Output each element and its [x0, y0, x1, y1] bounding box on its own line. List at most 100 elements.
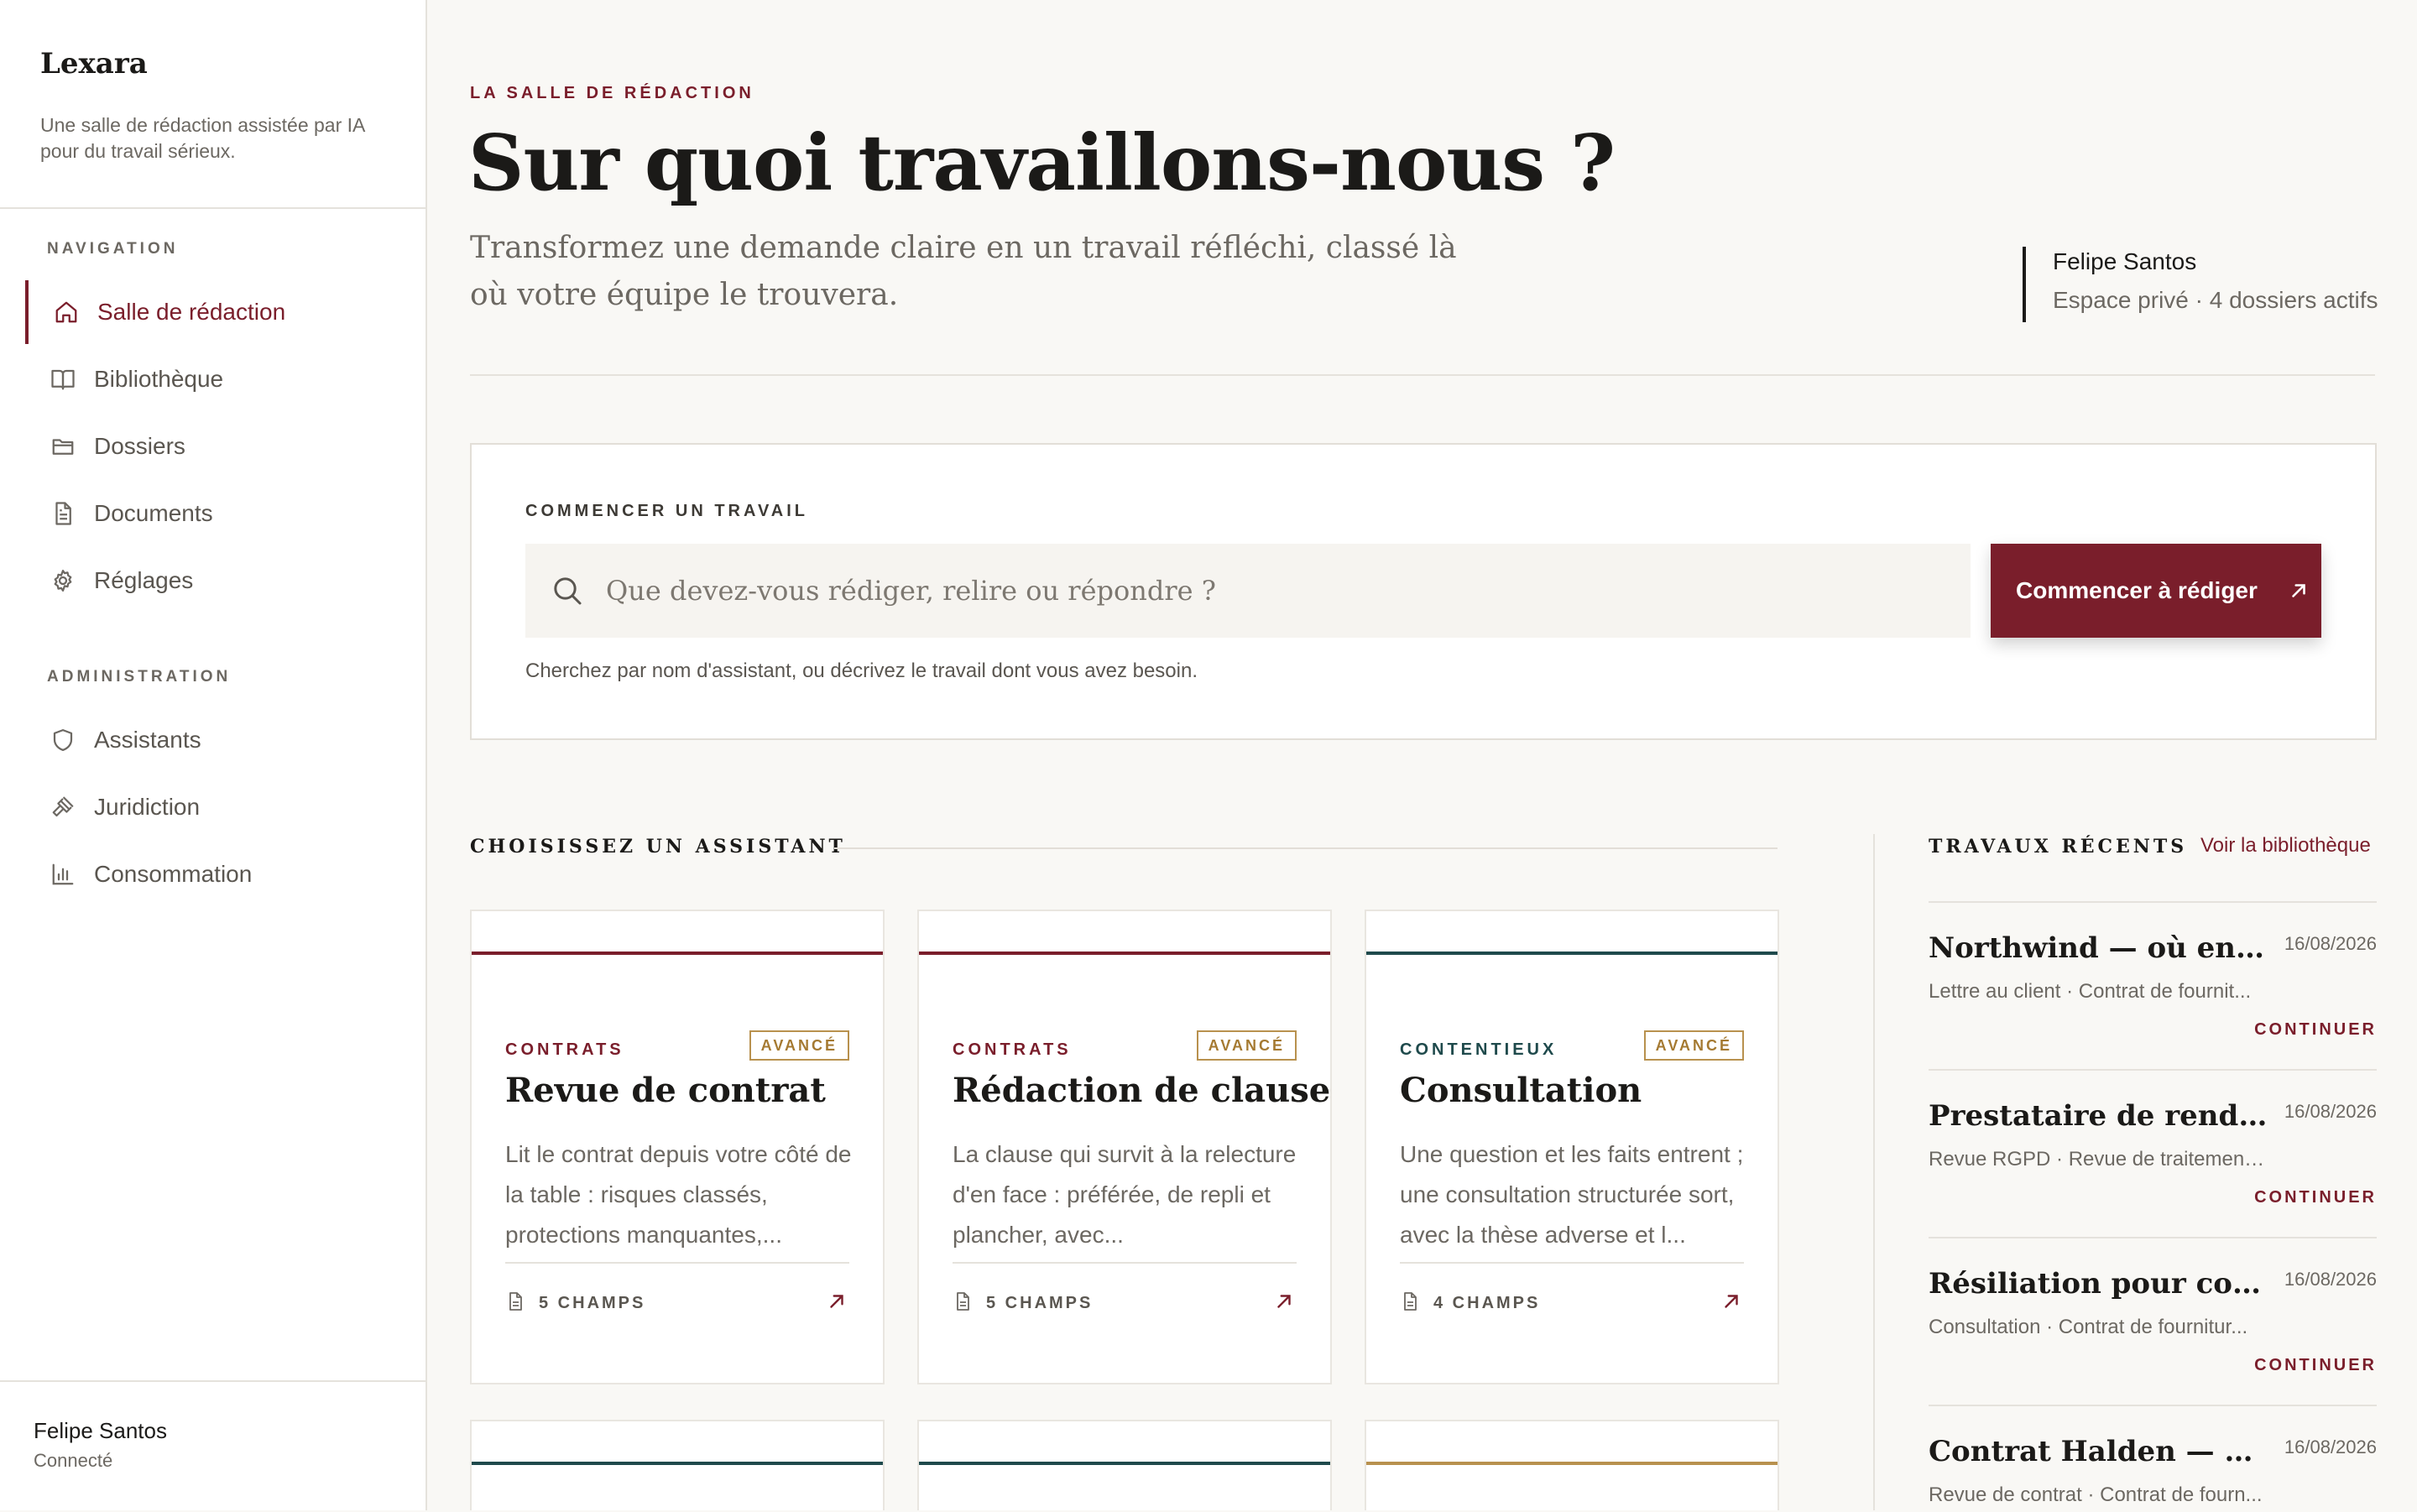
- brand-logo: Lexara: [40, 47, 148, 81]
- assistant-card-redaction-de-clause[interactable]: CONTRATS AVANCÉ Rédaction de clause La c…: [917, 910, 1332, 1384]
- gear-icon: [49, 566, 77, 595]
- assistants-section-title: CHOISISSEZ UN ASSISTANT: [470, 836, 846, 858]
- sidebar-item-reglages[interactable]: Réglages: [27, 549, 413, 613]
- recent-item[interactable]: Résiliation pour conven... 16/08/2026 Co…: [1929, 1237, 2377, 1406]
- assistants-section-rule: [834, 847, 1778, 849]
- sidebar-item-label: Assistants: [94, 727, 201, 753]
- sidebar: Lexara Une salle de rédaction assistée p…: [0, 0, 427, 1510]
- recent-item-title: Résiliation pour conven...: [1929, 1267, 2268, 1301]
- card-fields-count: 5 CHAMPS: [986, 1294, 1094, 1312]
- document-icon: [505, 1290, 525, 1316]
- book-icon: [49, 365, 77, 394]
- sidebar-divider: [0, 207, 425, 209]
- card-divider: [505, 1262, 849, 1264]
- recent-item-date: 16/08/2026: [2284, 1101, 2377, 1122]
- sidebar-item-label: Consommation: [94, 861, 253, 887]
- header-divider: [470, 374, 2375, 376]
- assistant-card-consultation[interactable]: CONTENTIEUX AVANCÉ Consultation Une ques…: [1365, 910, 1779, 1384]
- card-description: Lit le contrat depuis votre côté de la t…: [505, 1141, 852, 1248]
- document-icon: [1400, 1290, 1420, 1316]
- page-title: Sur quoi travaillons-nous ?: [468, 117, 1616, 208]
- start-drafting-button[interactable]: Commencer à rédiger: [1991, 544, 2321, 638]
- recent-item-meta: Consultation · Contrat de fournitur...: [1929, 1316, 2248, 1338]
- recent-item[interactable]: Contrat Halden — revue ... 16/08/2026 Re…: [1929, 1405, 2377, 1512]
- assistant-card-partial[interactable]: [470, 1420, 885, 1510]
- sidebar-item-label: Salle de rédaction: [97, 299, 286, 325]
- card-fields-count: 4 CHAMPS: [1433, 1294, 1541, 1312]
- start-work-panel: COMMENCER UN TRAVAIL Commencer à rédiger…: [470, 443, 2377, 740]
- view-library-link[interactable]: Voir la bibliothèque: [2200, 834, 2371, 858]
- assistant-card-partial[interactable]: [917, 1420, 1332, 1510]
- sidebar-footer-divider: [0, 1380, 425, 1382]
- continue-button[interactable]: CONTINUER: [2254, 1020, 2377, 1040]
- sidebar-item-label: Juridiction: [94, 794, 201, 820]
- recent-item-date: 16/08/2026: [2284, 1436, 2377, 1457]
- recent-column-divider: [1873, 834, 1875, 1510]
- card-fields: 5 CHAMPS: [505, 1290, 645, 1316]
- sidebar-item-salle-de-redaction[interactable]: Salle de rédaction: [25, 280, 415, 344]
- recent-item-date: 16/08/2026: [2284, 933, 2377, 954]
- continue-button[interactable]: CONTINUER: [2254, 1356, 2377, 1375]
- sidebar-item-label: Dossiers: [94, 433, 185, 459]
- card-title: Consultation: [1400, 1071, 1642, 1110]
- recent-item[interactable]: Northwind — où en est l... 16/08/2026 Le…: [1929, 901, 2377, 1071]
- arrow-up-right-icon: [2288, 580, 2310, 602]
- arrow-up-right-icon[interactable]: [1273, 1290, 1295, 1312]
- level-badge: AVANCÉ: [1196, 1030, 1297, 1061]
- level-badge: AVANCÉ: [749, 1030, 849, 1061]
- sidebar-item-label: Documents: [94, 500, 213, 526]
- card-accent-bar: [1366, 952, 1778, 955]
- card-accent-bar: [1366, 1462, 1778, 1465]
- sidebar-item-assistants[interactable]: Assistants: [27, 708, 413, 772]
- card-accent-bar: [919, 952, 1330, 955]
- arrow-up-right-icon[interactable]: [826, 1290, 848, 1312]
- card-fields: 5 CHAMPS: [953, 1290, 1093, 1316]
- nav-section-label: NAVIGATION: [47, 240, 179, 258]
- document-icon: [953, 1290, 973, 1316]
- card-fields-count: 5 CHAMPS: [539, 1294, 646, 1312]
- search-icon: [551, 574, 584, 607]
- sidebar-item-bibliotheque[interactable]: Bibliothèque: [27, 347, 413, 411]
- gavel-icon: [49, 793, 77, 821]
- document-icon: [49, 499, 77, 528]
- recent-item-meta: Revue RGPD · Revue de traitement ...: [1929, 1148, 2268, 1170]
- card-title: Rédaction de clause: [953, 1071, 1331, 1110]
- recent-item-title: Contrat Halden — revue ...: [1929, 1435, 2268, 1468]
- search-input[interactable]: [604, 574, 1917, 607]
- card-accent-bar: [472, 1462, 883, 1465]
- card-category: CONTRATS: [953, 1040, 1072, 1059]
- continue-button[interactable]: CONTINUER: [2254, 1188, 2377, 1207]
- card-accent-bar: [472, 952, 883, 955]
- brand-tagline: Une salle de rédaction assistée par IA p…: [40, 114, 365, 162]
- card-description: Une question et les faits entrent ; une …: [1400, 1141, 1744, 1248]
- admin-section-label: ADMINISTRATION: [47, 668, 232, 686]
- sidebar-item-dossiers[interactable]: Dossiers: [27, 414, 413, 478]
- card-title: Revue de contrat: [505, 1071, 826, 1110]
- recent-item-title: Northwind — où en est l...: [1929, 931, 2268, 965]
- recent-item-title: Prestataire de rendez-vo...: [1929, 1099, 2268, 1133]
- user-status: Connecté: [34, 1450, 113, 1471]
- sidebar-item-consommation[interactable]: Consommation: [27, 842, 413, 906]
- assistant-card-revue-de-contrat[interactable]: CONTRATS AVANCÉ Revue de contrat Lit le …: [470, 910, 885, 1384]
- search-field[interactable]: [525, 544, 1971, 638]
- recent-section-title: TRAVAUX RÉCENTS: [1929, 836, 2188, 858]
- card-category: CONTRATS: [505, 1040, 624, 1059]
- sidebar-item-documents[interactable]: Documents: [27, 482, 413, 545]
- recent-item[interactable]: Prestataire de rendez-vo... 16/08/2026 R…: [1929, 1069, 2377, 1238]
- user-name[interactable]: Felipe Santos: [34, 1418, 167, 1444]
- level-badge: AVANCÉ: [1643, 1030, 1744, 1061]
- assistant-card-partial[interactable]: [1365, 1420, 1779, 1510]
- start-drafting-label: Commencer à rédiger: [2016, 577, 2258, 603]
- recent-item-date: 16/08/2026: [2284, 1269, 2377, 1290]
- start-work-label: COMMENCER UN TRAVAIL: [525, 502, 809, 520]
- card-divider: [1400, 1262, 1744, 1264]
- arrow-up-right-icon[interactable]: [1720, 1290, 1742, 1312]
- account-meta: Espace privé · 4 dossiers actifs: [2053, 287, 2378, 313]
- recent-item-meta: Lettre au client · Contrat de fournit...: [1929, 980, 2252, 1003]
- recent-item-meta: Revue de contrat · Contrat de fourn...: [1929, 1483, 2263, 1506]
- card-category: CONTENTIEUX: [1400, 1040, 1558, 1059]
- sidebar-item-juridiction[interactable]: Juridiction: [27, 775, 413, 839]
- search-hint: Cherchez par nom d'assistant, ou décrive…: [525, 660, 1198, 682]
- account-name: Felipe Santos: [2053, 248, 2197, 274]
- card-description: La clause qui survit à la relecture d'en…: [953, 1141, 1297, 1248]
